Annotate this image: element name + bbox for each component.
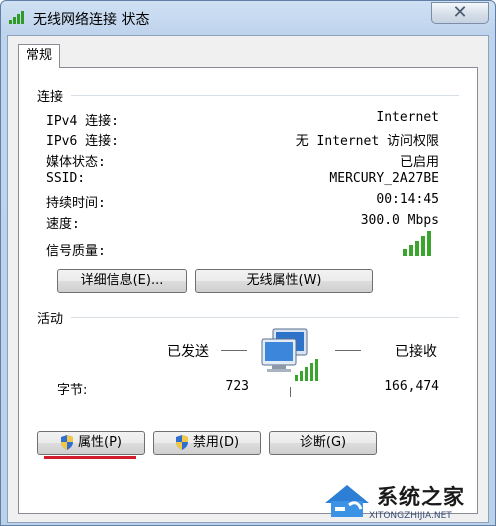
disable-button[interactable]: 禁用(D) [153,431,261,455]
tab-general[interactable]: 常规 [18,44,60,68]
media-state-value: 已启用 [399,155,439,170]
close-button[interactable]: ✕ [431,2,489,24]
section-divider [71,317,459,318]
watermark-text: 系统之家 [377,485,465,509]
disable-button-label: 禁用(D) [192,435,240,450]
sent-label: 已发送 [167,344,209,360]
duration-label: 持续时间: [46,196,106,211]
wireless-properties-button[interactable]: 无线属性(W) [195,269,373,293]
bytes-sent-value: 723 [225,379,249,394]
received-label: 已接收 [395,344,437,360]
bytes-label: 字节: [57,383,88,398]
section-divider [71,95,459,96]
ssid-value: MERCURY_2A27BE [329,171,439,186]
wifi-signal-icon [9,11,24,24]
watermark-subtext: XITONGZHIJIA.NET [369,511,452,521]
ipv6-label: IPv6 连接: [46,134,119,149]
uac-shield-icon [61,435,73,450]
bytes-received-value: 166,474 [384,379,439,394]
received-line [335,350,361,351]
uac-shield-icon [175,435,188,450]
properties-button[interactable]: 属性(P) [37,431,145,455]
network-link-line [290,387,291,397]
speed-value: 300.0 Mbps [360,213,439,228]
duration-value: 00:14:45 [376,192,439,207]
ssid-label: SSID: [46,171,86,186]
sent-line [221,350,247,351]
signal-strength-icon [403,231,431,256]
status-window: 无线网络连接 状态 ✕ 常规 连接 IPv4 连接: Internet IPv6… [0,0,496,526]
section-activity-label: 活动 [37,312,64,327]
section-connection-label: 连接 [37,90,64,105]
window-title: 无线网络连接 状态 [33,12,150,28]
ipv4-value: Internet [376,110,439,125]
close-icon: ✕ [452,2,468,23]
ipv4-label: IPv4 连接: [46,114,119,129]
properties-button-label: 属性(P) [78,435,122,450]
ipv6-value: 无 Internet 访问权限 [295,134,439,149]
details-button[interactable]: 详细信息(E)... [57,269,187,293]
highlight-underline [44,456,136,459]
title-bar: 无线网络连接 状态 ✕ [1,1,495,35]
house-logo-icon [325,485,369,517]
media-state-label: 媒体状态: [46,155,106,170]
speed-label: 速度: [46,217,80,232]
diagnose-button[interactable]: 诊断(G) [269,431,377,455]
network-computers-icon [261,328,318,381]
watermark-logo: 系统之家 XITONGZHIJIA.NET [319,475,495,525]
signal-quality-label: 信号质量: [46,244,106,259]
